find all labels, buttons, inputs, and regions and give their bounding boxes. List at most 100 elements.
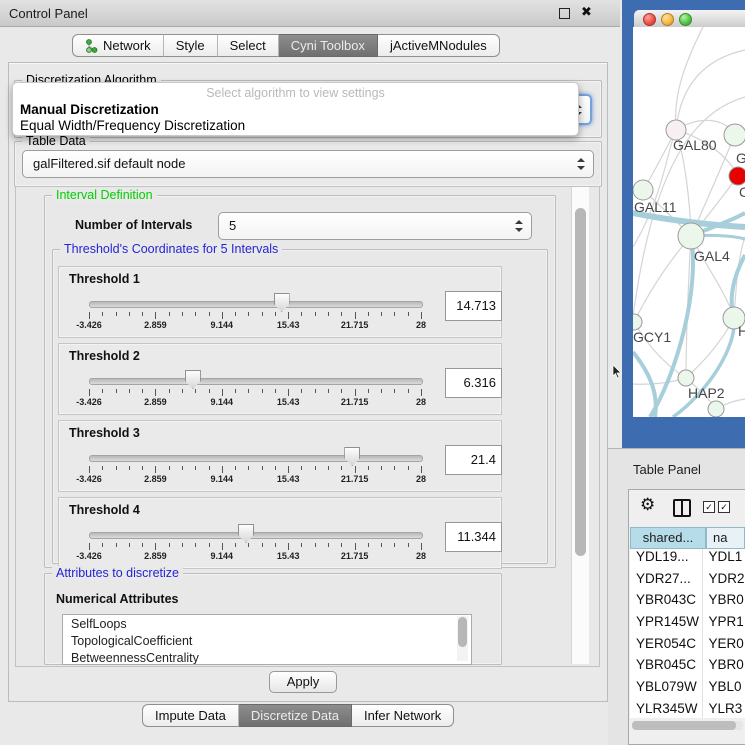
threshold-value-field[interactable]: 21.4 bbox=[445, 445, 502, 475]
network-canvas[interactable]: GAL80 GAL11 GAL4 GCY1 HAP2 G C H bbox=[633, 27, 745, 417]
float-panel-icon[interactable] bbox=[559, 8, 570, 19]
table-row[interactable]: YDL19...YDL1 bbox=[630, 549, 745, 571]
close-panel-icon[interactable]: ✖ bbox=[581, 4, 592, 20]
slider-tick bbox=[275, 543, 276, 547]
table-row[interactable]: YER054CYER0 bbox=[630, 636, 745, 658]
algorithm-option-manual[interactable]: Manual Discretization bbox=[20, 102, 159, 117]
slider-track[interactable] bbox=[89, 301, 423, 308]
table-cell[interactable]: YLR345W bbox=[630, 701, 702, 718]
threshold-value-field[interactable]: 14.713 bbox=[445, 291, 502, 321]
table-panel-title: Table Panel bbox=[633, 462, 701, 477]
minimize-window-icon[interactable] bbox=[661, 13, 674, 26]
tab-cyni-toolbox[interactable]: Cyni Toolbox bbox=[279, 34, 378, 57]
slider-tick bbox=[381, 389, 382, 393]
checkbox-icon[interactable]: ✓ bbox=[718, 501, 730, 513]
table-cell[interactable]: YBR0 bbox=[702, 592, 745, 614]
algorithm-placeholder-option[interactable]: Select algorithm to view settings bbox=[13, 86, 578, 100]
vertical-scrollbar[interactable] bbox=[571, 187, 589, 664]
table-cell[interactable]: YLR3 bbox=[702, 701, 745, 718]
tab-jactivemnodules-label: jActiveMNodules bbox=[390, 38, 487, 53]
slider-track[interactable] bbox=[89, 532, 423, 539]
slider-tick bbox=[341, 543, 342, 547]
node-label-clipped: C bbox=[739, 184, 745, 200]
slider-tick bbox=[262, 466, 263, 470]
slider-tick bbox=[182, 389, 183, 393]
close-window-icon[interactable] bbox=[643, 13, 656, 26]
slider-tick-label: 15.43 bbox=[277, 397, 300, 407]
slider-tick bbox=[235, 389, 236, 393]
table-cell[interactable]: YPR145W bbox=[630, 614, 702, 636]
horizontal-scrollbar[interactable] bbox=[632, 721, 743, 730]
tab-impute-data[interactable]: Impute Data bbox=[142, 704, 239, 727]
slider-tick bbox=[421, 543, 422, 550]
slider-tick bbox=[248, 543, 249, 547]
table-cell[interactable]: YER054C bbox=[630, 636, 702, 658]
number-of-intervals-combobox[interactable]: 5 bbox=[218, 212, 532, 240]
table-data-combobox[interactable]: galFiltered.sif default node bbox=[22, 150, 594, 178]
slider-tick bbox=[315, 466, 316, 470]
column-header-name[interactable]: na bbox=[706, 527, 745, 549]
horizontal-scrollbar-thumb[interactable] bbox=[632, 721, 736, 730]
attributes-scrollbar-thumb[interactable] bbox=[458, 617, 467, 647]
attribute-list-item[interactable]: TopologicalCoefficient bbox=[63, 632, 471, 649]
slider-tick bbox=[142, 389, 143, 393]
slider-thumb[interactable] bbox=[238, 524, 254, 543]
threshold-value-field[interactable]: 11.344 bbox=[445, 522, 502, 552]
slider-tick-label: 9.144 bbox=[211, 320, 234, 330]
slider-tick-label: 15.43 bbox=[277, 474, 300, 484]
tab-select[interactable]: Select bbox=[218, 34, 279, 57]
tab-style[interactable]: Style bbox=[164, 34, 218, 57]
slider-tick-label: -3.426 bbox=[76, 474, 102, 484]
slider-tick bbox=[408, 389, 409, 393]
tab-jactivemnodules[interactable]: jActiveMNodules bbox=[378, 34, 500, 57]
table-row[interactable]: YLR345WYLR3 bbox=[630, 701, 745, 718]
slider-tick bbox=[341, 466, 342, 470]
slider-tick-label: -3.426 bbox=[76, 551, 102, 561]
table-row[interactable]: YDR27...YDR2 bbox=[630, 571, 745, 593]
slider-tick-label: 2.859 bbox=[144, 397, 167, 407]
table-row[interactable]: YBR043CYBR0 bbox=[630, 592, 745, 614]
table-cell[interactable]: YBR045C bbox=[630, 657, 702, 679]
table-cell[interactable]: YDL19... bbox=[630, 549, 702, 571]
table-cell[interactable]: YER0 bbox=[702, 636, 745, 658]
table-cell[interactable]: YDR27... bbox=[630, 571, 702, 593]
numerical-attributes-list[interactable]: SelfLoopsTopologicalCoefficientBetweenne… bbox=[62, 614, 472, 665]
table-cell[interactable]: YBL0 bbox=[702, 679, 745, 701]
slider-thumb[interactable] bbox=[344, 447, 360, 466]
slider-track[interactable] bbox=[89, 455, 423, 462]
slider-thumb[interactable] bbox=[274, 293, 290, 312]
attribute-list-item[interactable]: BetweennessCentrality bbox=[63, 649, 471, 665]
table-row[interactable]: YBR045CYBR0 bbox=[630, 657, 745, 679]
table-rows[interactable]: YDL19...YDL1YDR27...YDR2YBR043CYBR0YPR14… bbox=[630, 549, 745, 718]
algorithm-option-equal-width[interactable]: Equal Width/Frequency Discretization bbox=[20, 118, 245, 133]
tab-infer-network[interactable]: Infer Network bbox=[352, 704, 454, 727]
slider-thumb[interactable] bbox=[185, 370, 201, 389]
tab-discretize-data[interactable]: Discretize Data bbox=[239, 704, 352, 727]
threshold-value-field[interactable]: 6.316 bbox=[445, 368, 502, 398]
slider-tick bbox=[142, 466, 143, 470]
table-cell[interactable]: YDR2 bbox=[702, 571, 745, 593]
table-cell[interactable]: YPR1 bbox=[702, 614, 745, 636]
table-cell[interactable]: YBR0 bbox=[702, 657, 745, 679]
slider-tick bbox=[328, 312, 329, 316]
apply-button[interactable]: Apply bbox=[269, 671, 337, 693]
attribute-list-item[interactable]: SelfLoops bbox=[63, 615, 471, 632]
column-header-shared-name[interactable]: shared... bbox=[630, 527, 706, 549]
slider-tick bbox=[368, 466, 369, 470]
split-columns-icon[interactable] bbox=[673, 499, 691, 517]
checkbox-icon[interactable]: ✓ bbox=[703, 501, 715, 513]
slider-tick bbox=[275, 389, 276, 393]
tab-network[interactable]: Network bbox=[72, 34, 164, 57]
table-cell[interactable]: YBR043C bbox=[630, 592, 702, 614]
slider-track[interactable] bbox=[89, 378, 423, 385]
gear-icon[interactable]: ⚙ bbox=[640, 495, 655, 515]
vertical-scrollbar-thumb[interactable] bbox=[575, 208, 586, 556]
table-row[interactable]: YPR145WYPR1 bbox=[630, 614, 745, 636]
table-cell[interactable]: YDL1 bbox=[702, 549, 745, 571]
slider-tick bbox=[89, 466, 90, 473]
table-cell[interactable]: YBL079W bbox=[630, 679, 702, 701]
slider-tick bbox=[288, 389, 289, 396]
table-row[interactable]: YBL079WYBL0 bbox=[630, 679, 745, 701]
threshold-list: Threshold 1-3.4262.8599.14415.4321.71528… bbox=[58, 266, 502, 574]
zoom-window-icon[interactable] bbox=[679, 13, 692, 26]
